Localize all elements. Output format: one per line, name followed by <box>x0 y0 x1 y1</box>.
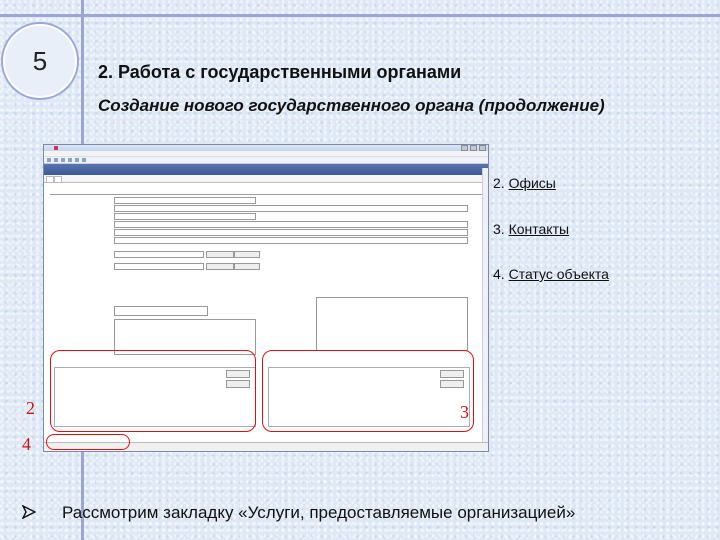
callout-offices-label: Офисы <box>508 175 556 191</box>
app-icon <box>54 146 58 150</box>
window-scrollbar <box>482 168 488 443</box>
top-decor-line <box>0 14 720 17</box>
toolbar <box>44 157 488 164</box>
highlight-contacts <box>262 350 474 432</box>
form-tabs <box>44 175 488 183</box>
arrow-bullet-icon <box>21 504 37 520</box>
callout-contacts-prefix: 3. <box>493 221 509 237</box>
highlight-status <box>46 434 130 450</box>
bottom-note-text: Рассмотрим закладку «Услуги, предоставля… <box>62 503 576 522</box>
callout-offices-prefix: 2. <box>493 175 509 191</box>
form-header <box>44 164 488 175</box>
callout-contacts: 3. Контакты <box>493 221 569 237</box>
slide-title: 2. Работа с государственными органами <box>98 62 462 82</box>
callout-offices: 2. Офисы <box>493 175 556 191</box>
callout-contacts-label: Контакты <box>508 221 570 237</box>
window-controls <box>461 145 488 151</box>
highlight-offices <box>50 350 256 432</box>
marker-4: 4 <box>22 434 31 454</box>
section-general <box>50 189 484 195</box>
callout-status: 4. Статус объекта <box>493 266 609 282</box>
marker-2: 2 <box>26 398 35 418</box>
slide-number: 5 <box>32 46 48 76</box>
marker-3: 3 <box>460 402 469 422</box>
callout-status-label: Статус объекта <box>508 266 609 282</box>
slide-subtitle: Создание нового государственного органа … <box>98 96 605 115</box>
bottom-note: Рассмотрим закладку «Услуги, предоставля… <box>21 503 575 523</box>
callout-status-prefix: 4. <box>493 266 509 282</box>
